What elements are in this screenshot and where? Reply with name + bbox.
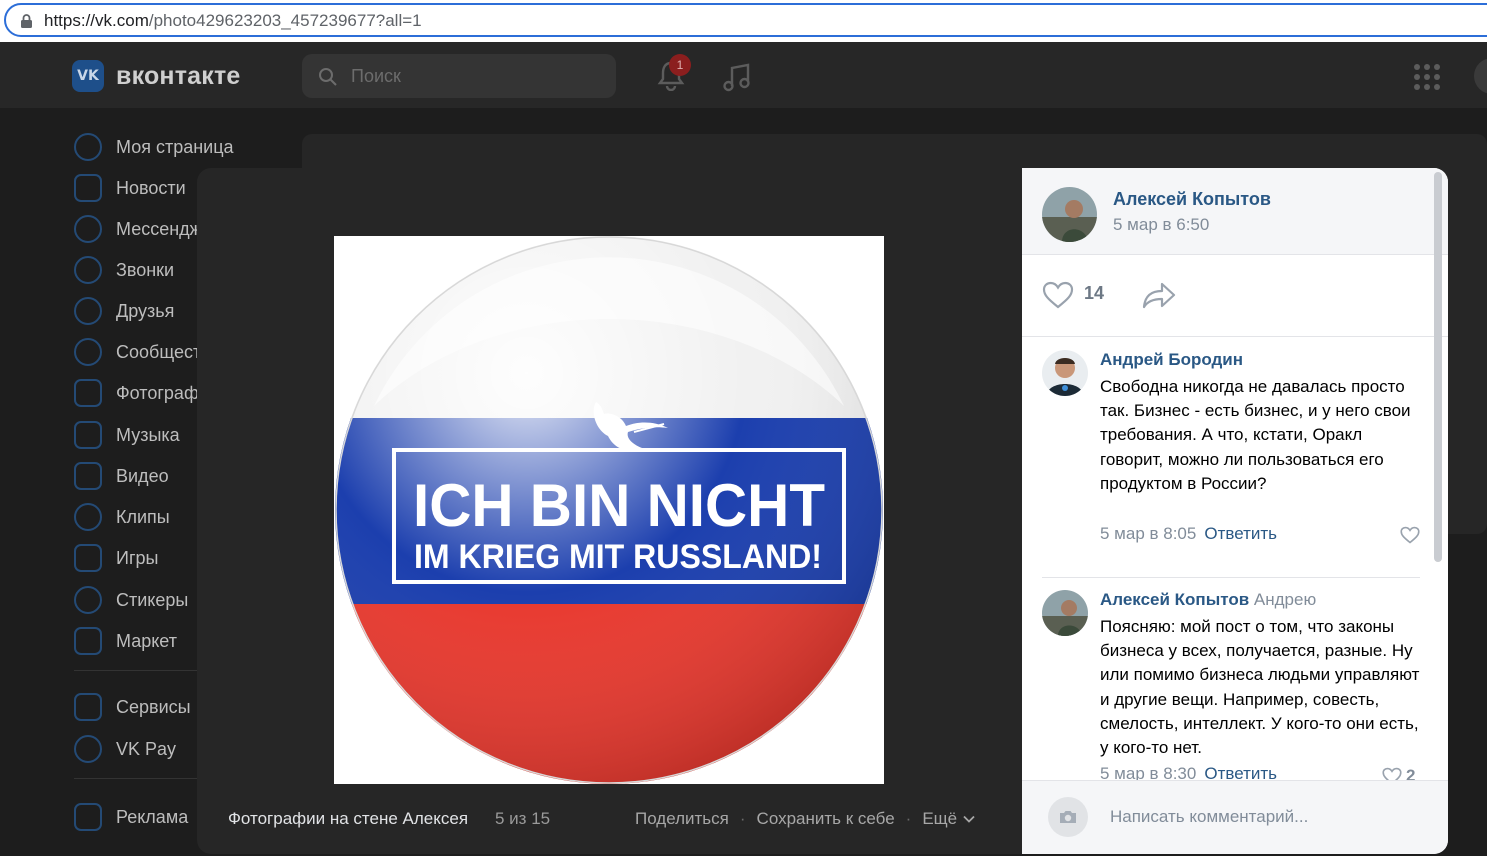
sidebar-item-label: Реклама (116, 806, 189, 827)
comment-meta: 5 мар в 8:05 Ответить (1100, 524, 1277, 544)
comment-author-link[interactable]: Алексей Копытов Андрею (1100, 590, 1316, 610)
search-placeholder: Поиск (351, 66, 401, 86)
comment-divider (1042, 577, 1420, 578)
reply-button[interactable]: Ответить (1204, 524, 1277, 543)
flag-badge-graphic: ICH BIN NICHT IM KRIEG MIT RUSSLAND! (335, 236, 883, 784)
lock-icon (21, 14, 32, 28)
author-name-link[interactable]: Алексей Копытов (1113, 189, 1271, 210)
photo-text-line1: ICH BIN NICHT (413, 472, 825, 539)
url-host: https://vk.com (44, 11, 149, 30)
separator-dot: · (739, 809, 746, 828)
user-circle-icon (74, 133, 102, 161)
share-arrow-icon[interactable] (1142, 281, 1176, 309)
profile-avatar[interactable] (1474, 58, 1487, 94)
sidebar-item-label: VK Pay (116, 738, 177, 759)
comment-author-name: Андрей Бородин (1100, 350, 1244, 369)
sidebar-item-label: Звонки (116, 259, 175, 280)
photo-viewer: ICH BIN NICHT IM KRIEG MIT RUSSLAND! Фот… (197, 168, 1022, 854)
browser-address-bar: https://vk.com/photo429623203_457239677?… (0, 0, 1487, 42)
more-button[interactable]: Ещё (922, 809, 957, 829)
post-header: Алексей Копытов 5 мар в 6:50 (1022, 168, 1448, 255)
sidebar-item-label: Сервисы (116, 696, 191, 717)
post-date[interactable]: 5 мар в 6:50 (1113, 215, 1209, 235)
url-text: https://vk.com/photo429623203_457239677?… (44, 11, 422, 31)
commenter-avatar[interactable] (1042, 590, 1088, 636)
games-icon (74, 544, 102, 572)
photo-icon (74, 379, 102, 407)
comment-reply-to: Андрею (1253, 590, 1317, 609)
camera-icon (1060, 811, 1076, 823)
vk-logo-icon[interactable]: VK (72, 60, 104, 92)
panel-scrollbar[interactable] (1434, 172, 1442, 562)
sidebar-item-label: Маркет (116, 630, 177, 651)
url-path: /photo429623203_457239677?all=1 (148, 11, 422, 30)
sidebar-item-label: Игры (116, 547, 159, 568)
sidebar-item-label: Видео (116, 465, 169, 486)
photo-text-line2: IM KRIEG MIT RUSSLAND! (414, 538, 822, 576)
comment-text: Поясняю: мой пост о том, что законы бизн… (1100, 617, 1420, 758)
sidebar-item-label: Клипы (116, 506, 170, 527)
vk-header: VK вконтакте Поиск 1 (0, 42, 1487, 108)
search-input[interactable]: Поиск (302, 54, 616, 98)
market-icon (74, 627, 102, 655)
heart-icon (1400, 526, 1420, 544)
friends-icon (74, 297, 102, 325)
comment-input[interactable]: Написать комментарий... (1110, 807, 1308, 827)
music-icon (74, 421, 102, 449)
share-button[interactable]: Поделиться (635, 809, 729, 829)
photo-actions: Поделиться · Сохранить к себе · Ещё (635, 809, 975, 829)
phone-icon (74, 256, 102, 284)
comment-text: Свободна никогда не давалась просто так.… (1100, 377, 1411, 493)
news-icon (74, 174, 102, 202)
separator-dot: · (905, 809, 912, 828)
comment-author-link[interactable]: Андрей Бородин (1100, 350, 1243, 370)
video-icon (74, 462, 102, 490)
camera-button[interactable] (1048, 797, 1088, 837)
sidebar-item-label: Стикеры (116, 589, 189, 610)
url-field[interactable]: https://vk.com/photo429623203_457239677?… (4, 3, 1487, 37)
photo-side-panel: Алексей Копытов 5 мар в 6:50 14 Андрей Б… (1022, 168, 1448, 854)
vkpay-icon (74, 735, 102, 763)
groups-icon (74, 338, 102, 366)
sidebar-item-label: Музыка (116, 424, 180, 445)
save-button[interactable]: Сохранить к себе (757, 809, 895, 829)
message-icon (74, 215, 102, 243)
comment-composer[interactable]: Написать комментарий... (1022, 780, 1448, 854)
search-icon (319, 68, 337, 86)
ads-icon (74, 803, 102, 831)
sidebar-item-label: Новости (116, 177, 186, 198)
comment-date[interactable]: 5 мар в 8:05 (1100, 524, 1196, 543)
comment-item: Алексей Копытов Андрею Поясняю: мой пост… (1042, 590, 1422, 790)
chevron-down-icon (963, 815, 975, 823)
sidebar-item-my-page[interactable]: Моя страница (74, 130, 304, 164)
commenter-avatar[interactable] (1042, 350, 1088, 396)
heart-icon[interactable] (1042, 281, 1074, 309)
vk-brand[interactable]: вконтакте (116, 62, 241, 91)
photo-counter: 5 из 15 (495, 809, 551, 828)
album-title-link[interactable]: Фотографии на стене Алексея (228, 809, 468, 829)
notification-badge: 1 (669, 54, 691, 76)
author-avatar[interactable] (1042, 187, 1097, 242)
post-actions: 14 (1022, 255, 1448, 337)
comment-like-button[interactable] (1400, 526, 1424, 544)
music-icon[interactable] (722, 62, 752, 92)
sidebar-item-label: Моя страница (116, 136, 234, 157)
sidebar-item-label: Друзья (116, 300, 175, 321)
photo-image[interactable]: ICH BIN NICHT IM KRIEG MIT RUSSLAND! (334, 236, 884, 784)
like-count[interactable]: 14 (1084, 283, 1104, 304)
comment-item: Андрей Бородин Свободна никогда не давал… (1042, 350, 1422, 550)
services-icon (74, 693, 102, 721)
comment-author-name: Алексей Копытов (1100, 590, 1250, 609)
clips-icon (74, 503, 102, 531)
stickers-icon (74, 586, 102, 614)
apps-grid-icon[interactable] (1414, 64, 1440, 90)
